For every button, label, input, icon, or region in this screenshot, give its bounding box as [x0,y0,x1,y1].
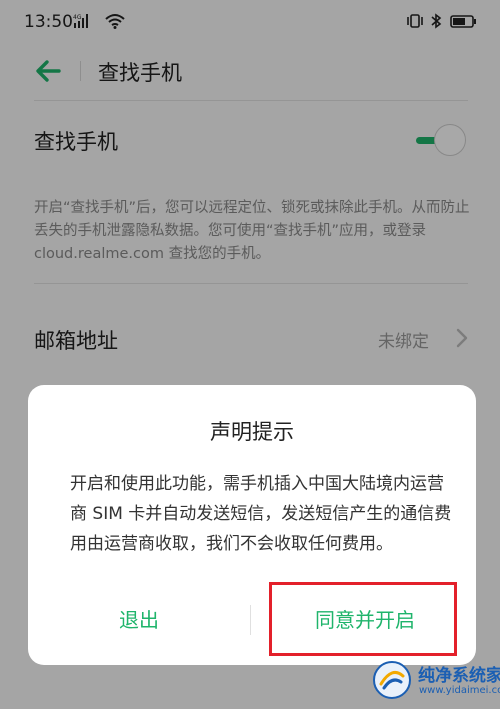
exit-button[interactable]: 退出 [28,590,250,650]
dialog-button-divider [250,605,251,635]
dialog-title: 声明提示 [210,420,294,444]
watermark-logo-icon [373,661,411,699]
watermark-url: www.yidaimei.com [419,685,500,696]
highlight-annotation [269,582,457,656]
dialog-body: 开启和使用此功能，需手机插入中国大陆境内运营商 SIM 卡并自动发送短信，发送短… [70,474,452,554]
site-watermark: 纯净系统家园 www.yidaimei.com [372,658,500,704]
watermark-name: 纯净系统家园 [418,666,500,686]
